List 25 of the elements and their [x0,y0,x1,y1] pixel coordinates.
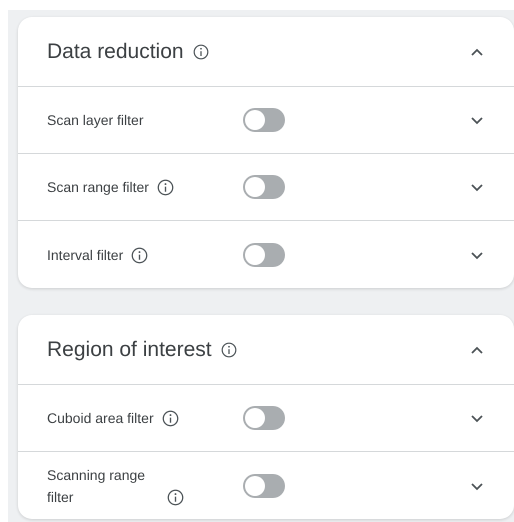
filter-label: Scan layer filter [47,111,144,130]
filter-label: Scanning range filter [47,466,146,506]
toggle-switch[interactable] [243,242,285,266]
expand-chevron-icon[interactable] [470,182,484,192]
toggle-switch[interactable] [243,406,285,430]
filter-label: Interval filter [47,246,124,264]
toggle-switch[interactable] [243,474,285,498]
expand-chevron-icon[interactable] [470,115,484,125]
expand-chevron-icon[interactable] [470,413,484,423]
section-title: Data reduction [47,38,184,65]
expand-chevron-icon[interactable] [470,480,484,490]
info-icon[interactable] [131,246,148,264]
expand-chevron-icon[interactable] [470,250,484,260]
info-icon[interactable] [162,410,179,427]
info-icon[interactable] [167,488,184,506]
collapse-chevron-icon[interactable] [470,46,484,56]
toggle-switch[interactable] [243,108,285,132]
collapse-chevron-icon[interactable] [470,344,484,354]
toggle-switch[interactable] [243,175,285,199]
filter-label: Scan range filter [47,178,149,197]
filter-label: Cuboid area filter [47,409,154,428]
info-icon[interactable] [192,44,209,60]
section-title: Region of interest [47,336,212,363]
info-icon[interactable] [220,342,237,358]
info-icon[interactable] [156,179,174,196]
